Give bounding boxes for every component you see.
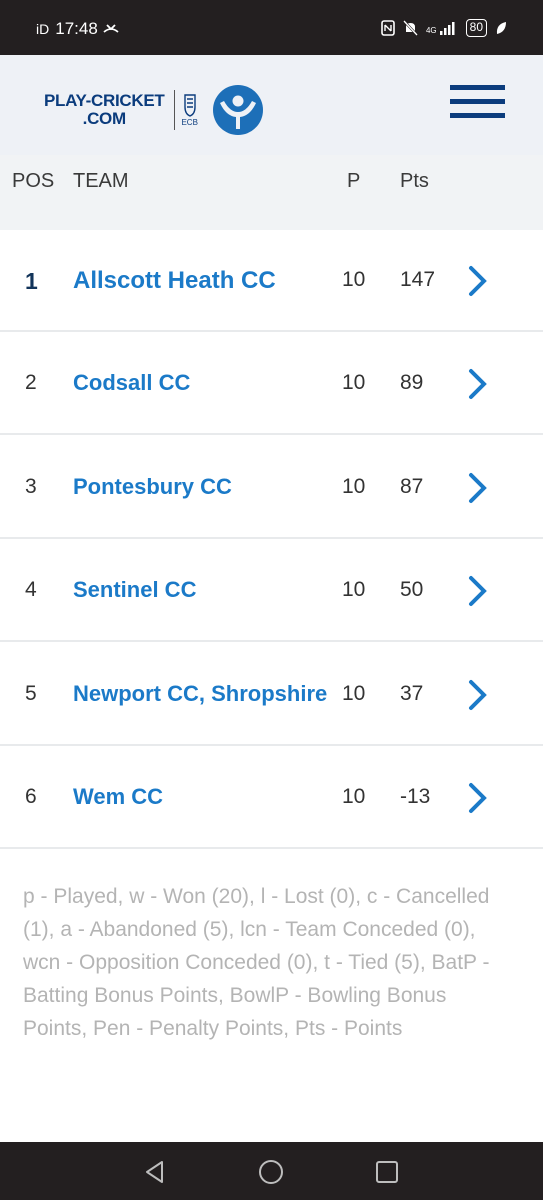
table-row[interactable]: 1 Allscott Heath CC 10 147 (0, 230, 543, 332)
table-header: POS TEAM P Pts (0, 155, 543, 230)
status-left: iD 17:48 (36, 19, 120, 39)
table-legend: p - Played, w - Won (20), l - Lost (0), … (23, 885, 490, 1040)
menu-bar (450, 99, 505, 104)
chevron-right-icon[interactable] (466, 472, 490, 504)
network-type: 4G (425, 26, 437, 35)
leaf-icon (496, 22, 506, 34)
row-points: -13 (400, 785, 431, 808)
table-row[interactable]: 4 Sentinel CC 10 50 (0, 540, 543, 642)
row-played: 10 (342, 268, 366, 291)
row-played: 10 (342, 371, 366, 394)
row-played: 10 (342, 578, 366, 601)
nfc-icon (381, 20, 395, 36)
recents-square-icon[interactable] (373, 1158, 401, 1186)
row-played: 10 (342, 475, 366, 498)
logo-line2: .COM (82, 109, 126, 128)
column-header-pos: POS (12, 170, 55, 192)
table-row[interactable]: 3 Pontesbury CC 10 87 (0, 437, 543, 539)
row-played: 10 (342, 682, 366, 705)
table-row[interactable]: 2 Codsall CC 10 89 (0, 333, 543, 435)
team-link[interactable]: Codsall CC (73, 370, 190, 396)
status-bar: iD 17:48 4G 80 (0, 0, 543, 55)
column-header-played: P (347, 170, 361, 192)
row-points: 87 (400, 475, 424, 498)
chevron-right-icon[interactable] (466, 265, 490, 297)
ecb-lions-icon (183, 94, 196, 117)
chevron-right-icon[interactable] (466, 368, 490, 400)
hamburger-menu-icon[interactable] (450, 85, 505, 125)
logo-line1: PLAY-CRICKET (44, 91, 165, 110)
team-link[interactable]: Allscott Heath CC (73, 267, 276, 295)
row-points: 147 (400, 268, 436, 291)
row-position: 6 (25, 785, 37, 808)
row-points: 89 (400, 371, 424, 394)
table-row[interactable]: 5 Newport CC, Shropshire 10 37 (0, 644, 543, 746)
ecb-text: ECB (181, 118, 198, 127)
menu-bar (450, 113, 505, 118)
site-header: PLAY-CRICKET .COM ECB (0, 55, 543, 155)
signal-icon: 4G (426, 21, 458, 35)
team-link[interactable]: Pontesbury CC (73, 474, 232, 500)
missed-call-icon (103, 24, 119, 33)
status-time: 17:48 (55, 19, 98, 38)
row-played: 10 (342, 785, 366, 808)
column-header-team: TEAM (73, 170, 129, 192)
menu-bar (450, 85, 505, 90)
play-cricket-logo[interactable]: PLAY-CRICKET .COM ECB (44, 84, 264, 136)
row-position: 1 (25, 268, 38, 294)
table-row[interactable]: 6 Wem CC 10 -13 (0, 747, 543, 849)
row-points: 37 (400, 682, 424, 705)
team-link[interactable]: Newport CC, Shropshire (73, 681, 327, 707)
row-position: 5 (25, 682, 37, 705)
team-link[interactable]: Wem CC (73, 784, 163, 810)
row-position: 2 (25, 371, 37, 394)
row-position: 3 (25, 475, 37, 498)
logo-divider (174, 90, 176, 130)
chevron-right-icon[interactable] (466, 575, 490, 607)
battery-icon: 80 (465, 19, 487, 37)
home-circle-icon[interactable] (257, 1158, 285, 1186)
chevron-right-icon[interactable] (466, 782, 490, 814)
row-points: 50 (400, 578, 424, 601)
carrier-id: iD (36, 21, 50, 37)
back-triangle-icon[interactable] (141, 1158, 169, 1186)
column-header-pts: Pts (400, 170, 429, 192)
status-right: 4G 80 (381, 19, 507, 37)
play-cricket-figure-icon (212, 85, 263, 135)
navigation-bar (0, 1142, 543, 1200)
chevron-right-icon[interactable] (466, 679, 490, 711)
team-link[interactable]: Sentinel CC (73, 577, 196, 603)
logo-text: PLAY-CRICKET .COM (44, 91, 165, 128)
ecb-crest: ECB (181, 93, 198, 127)
mute-bell-icon (403, 20, 418, 36)
row-position: 4 (25, 578, 37, 601)
